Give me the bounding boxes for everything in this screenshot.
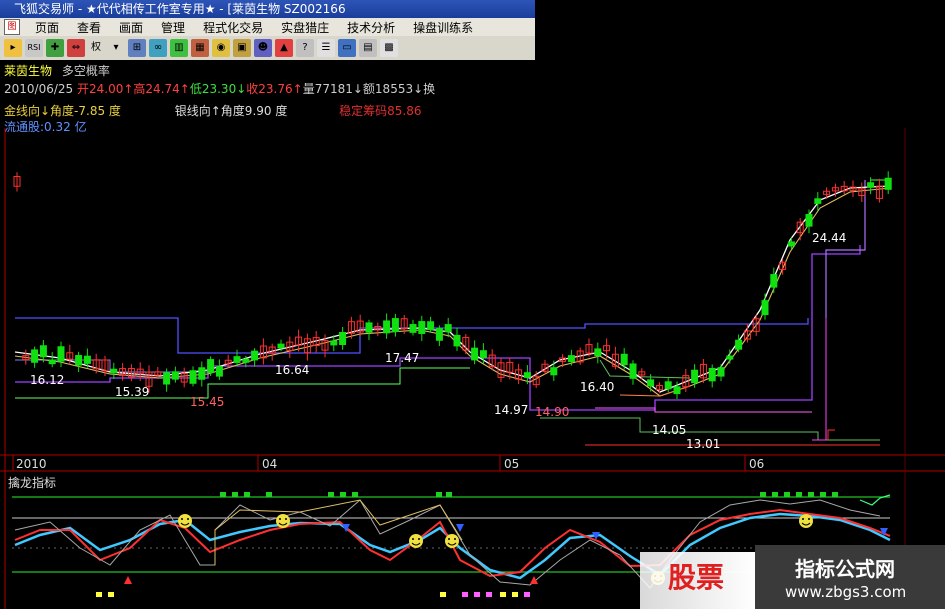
watermark-title: 指标公式网 bbox=[795, 557, 895, 581]
candle-body bbox=[691, 369, 699, 384]
candle-body bbox=[48, 359, 56, 365]
time-axis-label: 2010 bbox=[16, 457, 47, 471]
candle-body bbox=[867, 182, 875, 188]
smiley-icon bbox=[445, 534, 459, 548]
candle-body bbox=[647, 379, 655, 387]
price-label: 14.05 bbox=[652, 423, 686, 437]
buy-triangle-icon bbox=[530, 576, 538, 584]
candle-body bbox=[339, 331, 347, 345]
candle-body bbox=[233, 356, 241, 363]
candle-body bbox=[735, 339, 743, 350]
candle-body bbox=[761, 300, 769, 316]
candle-body bbox=[471, 347, 479, 361]
candle-body bbox=[409, 324, 417, 333]
candle-body bbox=[251, 350, 259, 361]
candle-body bbox=[383, 320, 391, 334]
candle-body bbox=[215, 366, 223, 377]
resistance-line-blue bbox=[15, 317, 809, 354]
price-label: 16.40 bbox=[580, 380, 614, 394]
candle-body bbox=[435, 328, 443, 341]
candlesticks bbox=[13, 171, 892, 400]
candle-body bbox=[550, 367, 558, 376]
watermark-left-text: 股票 bbox=[668, 561, 725, 594]
candle-body bbox=[277, 343, 285, 349]
price-label: 14.90 bbox=[535, 405, 569, 419]
price-label: 16.12 bbox=[30, 373, 64, 387]
candle-body bbox=[171, 371, 179, 380]
candle-body bbox=[418, 321, 426, 334]
support-line-green bbox=[15, 367, 470, 399]
smiley-icon bbox=[799, 514, 813, 528]
candle-body bbox=[39, 345, 47, 358]
lower-panel-title: 擒龙指标 bbox=[8, 475, 56, 490]
candle-body bbox=[189, 370, 197, 384]
candle-body bbox=[884, 177, 892, 190]
candle-body bbox=[31, 349, 39, 363]
candle-body bbox=[717, 367, 725, 377]
sell-triangle-icon bbox=[456, 524, 464, 532]
candle-body bbox=[427, 321, 435, 331]
candle-body bbox=[242, 358, 250, 363]
signal-squares-bottom bbox=[96, 592, 530, 597]
candle-body bbox=[629, 363, 637, 379]
time-axis-label: 06 bbox=[749, 457, 764, 471]
candle-body bbox=[770, 274, 778, 288]
red-small-step bbox=[827, 429, 835, 440]
candle-body bbox=[523, 372, 531, 378]
candle-body bbox=[594, 348, 602, 357]
magenta-step bbox=[812, 318, 827, 441]
candle-body bbox=[814, 198, 822, 204]
candle-body bbox=[567, 355, 575, 363]
candle-body bbox=[75, 355, 83, 366]
smiley-icon bbox=[409, 534, 423, 548]
watermark-url: www.zbgs3.com bbox=[785, 583, 907, 601]
price-label: 16.64 bbox=[275, 363, 309, 377]
time-axis-label: 05 bbox=[504, 457, 519, 471]
candle-body bbox=[110, 368, 118, 374]
buy-triangle-icon bbox=[124, 576, 132, 584]
price-label: 14.97 bbox=[494, 403, 528, 417]
candle-body bbox=[163, 372, 171, 385]
candle-body bbox=[664, 381, 672, 390]
candle-body bbox=[708, 367, 716, 382]
candle-body bbox=[365, 322, 373, 333]
candle-body bbox=[83, 355, 91, 364]
time-axis-label: 04 bbox=[262, 457, 277, 471]
smiley-icon bbox=[178, 514, 192, 528]
candle-body bbox=[198, 367, 206, 380]
price-label: 15.39 bbox=[115, 385, 149, 399]
candle-body bbox=[330, 340, 338, 346]
watermark-left: 股票 bbox=[640, 552, 755, 609]
smiley-icon bbox=[276, 514, 290, 528]
price-label: 17.47 bbox=[385, 351, 419, 365]
purple-upper-step bbox=[825, 180, 866, 318]
signal-squares-top bbox=[220, 492, 838, 497]
candle-body bbox=[479, 350, 487, 359]
candle-body bbox=[207, 359, 215, 374]
candle-body bbox=[620, 353, 628, 366]
watermark-right: 指标公式网 www.zbgs3.com bbox=[755, 545, 945, 609]
ma-line-white bbox=[14, 185, 891, 393]
candle-body bbox=[805, 213, 813, 227]
candle-body bbox=[673, 386, 681, 395]
price-label: 15.45 bbox=[190, 395, 224, 409]
candle-body bbox=[787, 241, 795, 247]
candle-body bbox=[57, 346, 65, 362]
candle-body bbox=[453, 334, 461, 347]
candle-body bbox=[391, 318, 399, 333]
price-label: 24.44 bbox=[812, 231, 846, 245]
ma-line-gold bbox=[14, 187, 891, 397]
price-label: 13.01 bbox=[686, 437, 720, 451]
oscillator-gold bbox=[214, 499, 463, 565]
kline-chart[interactable]: 16.12 15.39 15.45 16.64 17.47 14.97 14.9… bbox=[0, 0, 945, 609]
candle-body bbox=[444, 324, 452, 333]
candle-body bbox=[726, 355, 734, 360]
